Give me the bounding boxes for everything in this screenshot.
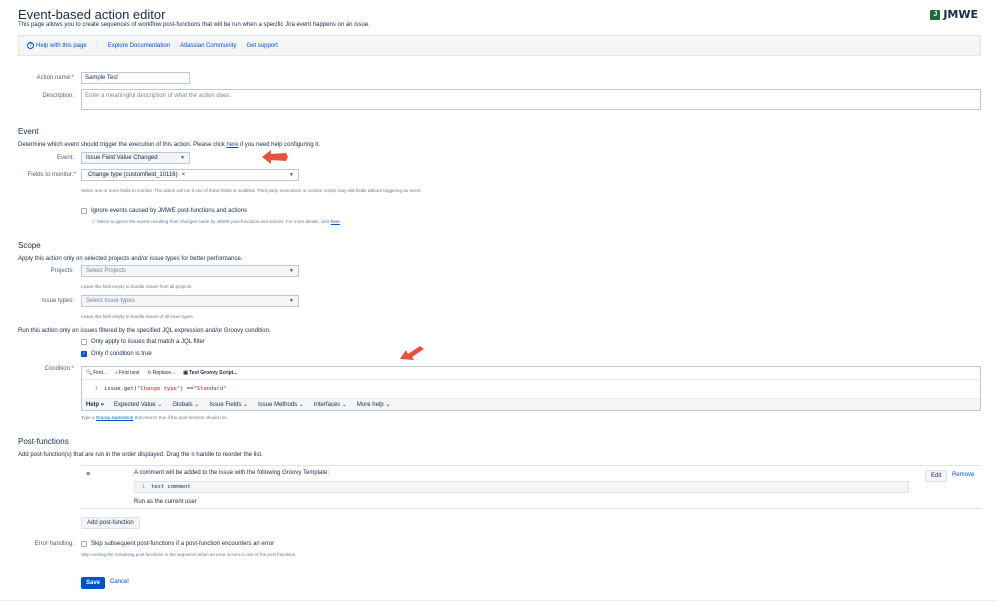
description-input[interactable]: Enter a meaningful description of what t… <box>81 89 981 110</box>
issue-types-select[interactable]: Select Issue types ▼ <box>81 295 299 307</box>
test-script-button[interactable]: ▣ Test Groovy Script... <box>183 370 237 376</box>
post-function-title: A comment will be added to the issue wit… <box>134 470 329 476</box>
page-title: Event-based action editor <box>18 7 166 22</box>
jmwe-logo-icon: J <box>930 9 941 20</box>
filter-intro: Run this action only on issues filtered … <box>18 328 271 334</box>
help-with-page-text[interactable]: Help with this page <box>36 43 87 49</box>
fields-hint: Select one or more fields to monitor. Th… <box>81 188 422 193</box>
ignore-events-row: Ignore events caused by JMWE post-functi… <box>81 208 247 214</box>
replace-icon: ↻ <box>147 370 152 376</box>
error-handling-row: Skip subsequent post-functions if a post… <box>81 541 274 547</box>
projects-hint: Leave this field empty to handle issues … <box>81 284 193 289</box>
issue-methods-menu[interactable]: Issue Methods ⌄ <box>258 401 304 408</box>
editor-help-bar: Help » Expected Value ⌄ Globals ⌄ Issue … <box>82 398 980 410</box>
info-icon: ⓘ <box>91 219 96 224</box>
more-help-menu[interactable]: More help ⌄ <box>357 401 390 408</box>
save-button[interactable]: Save <box>81 577 106 589</box>
remove-tag-icon[interactable]: × <box>182 172 186 178</box>
event-heading: Event <box>18 127 39 136</box>
edit-button[interactable]: Edit <box>925 470 948 482</box>
action-name-input[interactable]: Sample Test <box>81 72 190 84</box>
chevron-down-icon: ▼ <box>289 268 294 274</box>
groovy-editor[interactable]: 🔍 Find... » Find next ↻ Replace... ▣ Test Gr… <box>81 366 981 411</box>
condition-row: ✓ Only if condition is true <box>81 351 152 357</box>
double-chevron-icon: » <box>115 370 118 376</box>
remove-link[interactable]: Remove <box>952 472 974 478</box>
post-function-run-as: Run as the current user <box>134 499 197 505</box>
chevron-down-icon: ▼ <box>289 172 294 178</box>
page-subtitle: This page allows you to create sequences… <box>18 22 370 28</box>
line-number: 1 <box>94 386 98 392</box>
event-select[interactable]: Issue Field Value Changed ▼ <box>81 152 190 164</box>
find-next-button[interactable]: » Find next <box>115 370 139 376</box>
issue-fields-menu[interactable]: Issue Fields ⌄ <box>209 401 248 408</box>
jql-filter-checkbox[interactable] <box>81 339 87 345</box>
footer-divider <box>0 600 998 601</box>
interfaces-menu[interactable]: Interfaces ⌄ <box>314 401 347 408</box>
projects-select[interactable]: Select Projects ▼ <box>81 265 299 277</box>
post-functions-intro: Add post-function(s) that are run in the… <box>18 452 263 458</box>
action-name-label: Action name:* <box>36 75 74 81</box>
drag-handle-icon[interactable]: ≡ <box>86 471 90 478</box>
add-post-function-button[interactable]: Add post-function <box>81 517 140 529</box>
projects-label: Projects: <box>50 268 74 274</box>
replace-button[interactable]: ↻ Replace... <box>148 370 176 376</box>
post-functions-heading: Post-functions <box>18 437 69 446</box>
code-line[interactable]: 1 issue.get("Change type") == "Standard" <box>82 380 980 398</box>
help-button[interactable]: Help » <box>86 402 104 408</box>
skip-on-error-label: Skip subsequent post-functions if a post… <box>91 541 275 547</box>
annotation-arrow-icon <box>262 150 288 164</box>
event-help-link[interactable]: here <box>226 142 238 148</box>
annotation-arrow-icon <box>400 346 424 360</box>
fields-to-monitor-select[interactable]: Change type (customfield_10116) × ▼ <box>81 169 299 181</box>
chevron-down-icon: ▼ <box>289 298 294 304</box>
globals-menu[interactable]: Globals ⌄ <box>172 401 199 408</box>
ignore-events-help-link[interactable]: here <box>331 219 340 224</box>
issue-types-hint: Leave this field empty to handle issues … <box>81 314 195 319</box>
condition-hint: Type a Groovy expression that returns tr… <box>81 415 228 420</box>
skip-on-error-checkbox[interactable] <box>81 541 87 547</box>
post-function-item: ≡ A comment will be added to the issue w… <box>81 465 981 509</box>
condition-check-label: Only if condition is true <box>91 351 152 357</box>
jmwe-logo: J JMWE <box>930 8 978 21</box>
event-label: Event: <box>56 155 74 161</box>
issue-types-label: Issue types: <box>41 298 74 304</box>
search-icon: 🔍 <box>86 370 93 376</box>
ignore-events-checkbox[interactable] <box>81 208 87 214</box>
post-function-code: 1 test comment <box>134 481 909 493</box>
condition-label: Condition:* <box>44 366 74 372</box>
chevron-down-icon: ▼ <box>180 155 185 161</box>
field-tag: Change type (customfield_10116) × <box>86 172 186 178</box>
support-link[interactable]: Get support <box>246 43 277 49</box>
fields-to-monitor-label: Fields to monitor:* <box>27 172 76 178</box>
cancel-link[interactable]: Cancel <box>110 579 129 585</box>
ignore-events-hint: ⓘ Select to ignore the events resulting … <box>91 219 340 224</box>
editor-toolbar: 🔍 Find... » Find next ↻ Replace... ▣ Test Gr… <box>82 367 980 380</box>
logo-text: JMWE <box>943 8 978 21</box>
ignore-events-label: Ignore events caused by JMWE post-functi… <box>91 208 248 214</box>
help-bar: ? Help with this page Explore Documentat… <box>18 35 981 56</box>
help-with-page-link[interactable]: ? Help with this page <box>27 42 98 49</box>
test-icon: ▣ <box>183 370 188 376</box>
expected-value-menu[interactable]: Expected Value ⌄ <box>114 401 162 408</box>
jql-filter-row: Only apply to issues that match a JQL fi… <box>81 339 205 345</box>
condition-checkbox[interactable]: ✓ <box>81 351 87 357</box>
find-button[interactable]: 🔍 Find... <box>86 370 107 376</box>
jql-filter-label: Only apply to issues that match a JQL fi… <box>91 339 205 345</box>
question-circle-icon: ? <box>27 42 34 49</box>
error-handling-hint: Skip running the remaining post function… <box>81 552 297 557</box>
community-link[interactable]: Atlassian Community <box>180 43 236 49</box>
groovy-expression-link[interactable]: Groovy expression <box>96 415 134 420</box>
scope-heading: Scope <box>18 241 41 250</box>
scope-intro: Apply this action only on selected proje… <box>18 256 243 262</box>
documentation-link[interactable]: Explore Documentation <box>108 43 170 49</box>
description-label: Description: <box>42 93 74 99</box>
event-intro: Determine which event should trigger the… <box>18 142 320 148</box>
error-handling-label: Error handling: <box>34 541 74 547</box>
